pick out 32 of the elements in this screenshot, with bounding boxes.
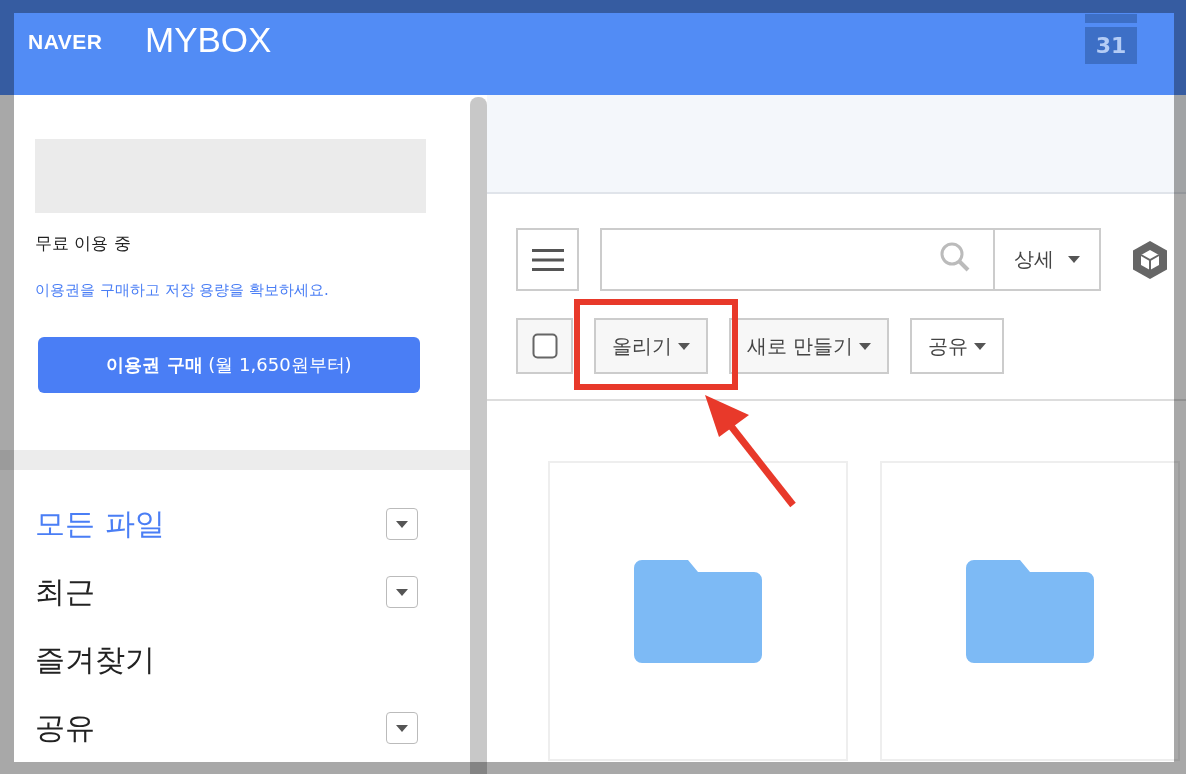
dropdown-button[interactable] [386,712,418,744]
caret-icon [396,588,408,596]
folder-icon [634,559,762,663]
buy-plan-button[interactable]: 이용권 구매 (월 1,650원부터) [38,337,420,393]
caret-icon [396,724,408,732]
menu-button[interactable] [516,228,579,291]
product-name: MYBOX [145,20,272,60]
dropdown-button[interactable] [386,576,418,608]
detail-dropdown[interactable]: 상세 [995,228,1101,291]
cube-icon[interactable] [1133,240,1167,279]
sidebar-item[interactable]: 즐겨찾기 [35,639,418,681]
toolbar-dropdown-button[interactable]: 공유 [910,318,1005,374]
plan-hint: 이용권을 구매하고 저장 용량을 확보하세요. [35,281,330,300]
toolbar-dropdown-button[interactable]: 올리기 [594,318,708,374]
caret-icon [678,342,690,350]
brand-logo: NAVER [28,30,103,54]
caret-icon [396,520,408,528]
sidebar-item[interactable]: 공유 [35,707,386,749]
caret-icon [974,342,987,350]
toolbar-dropdown-button[interactable]: 새로 만들기 [729,318,890,374]
search-field[interactable] [600,228,995,291]
plan-status: 무료 이용 중 [35,232,132,255]
scrollbar-thumb[interactable] [470,97,487,774]
sidebar-item[interactable]: 모든 파일 [35,503,386,545]
dropdown-button[interactable] [386,508,418,540]
caret-icon [859,342,872,350]
caret-icon [1068,256,1080,263]
sidebar-item[interactable]: 최근 [35,571,386,613]
select-all-checkbox[interactable] [516,318,573,374]
folder-icon [966,559,1094,663]
checkbox-icon [531,333,558,359]
menu-icon [531,248,564,271]
